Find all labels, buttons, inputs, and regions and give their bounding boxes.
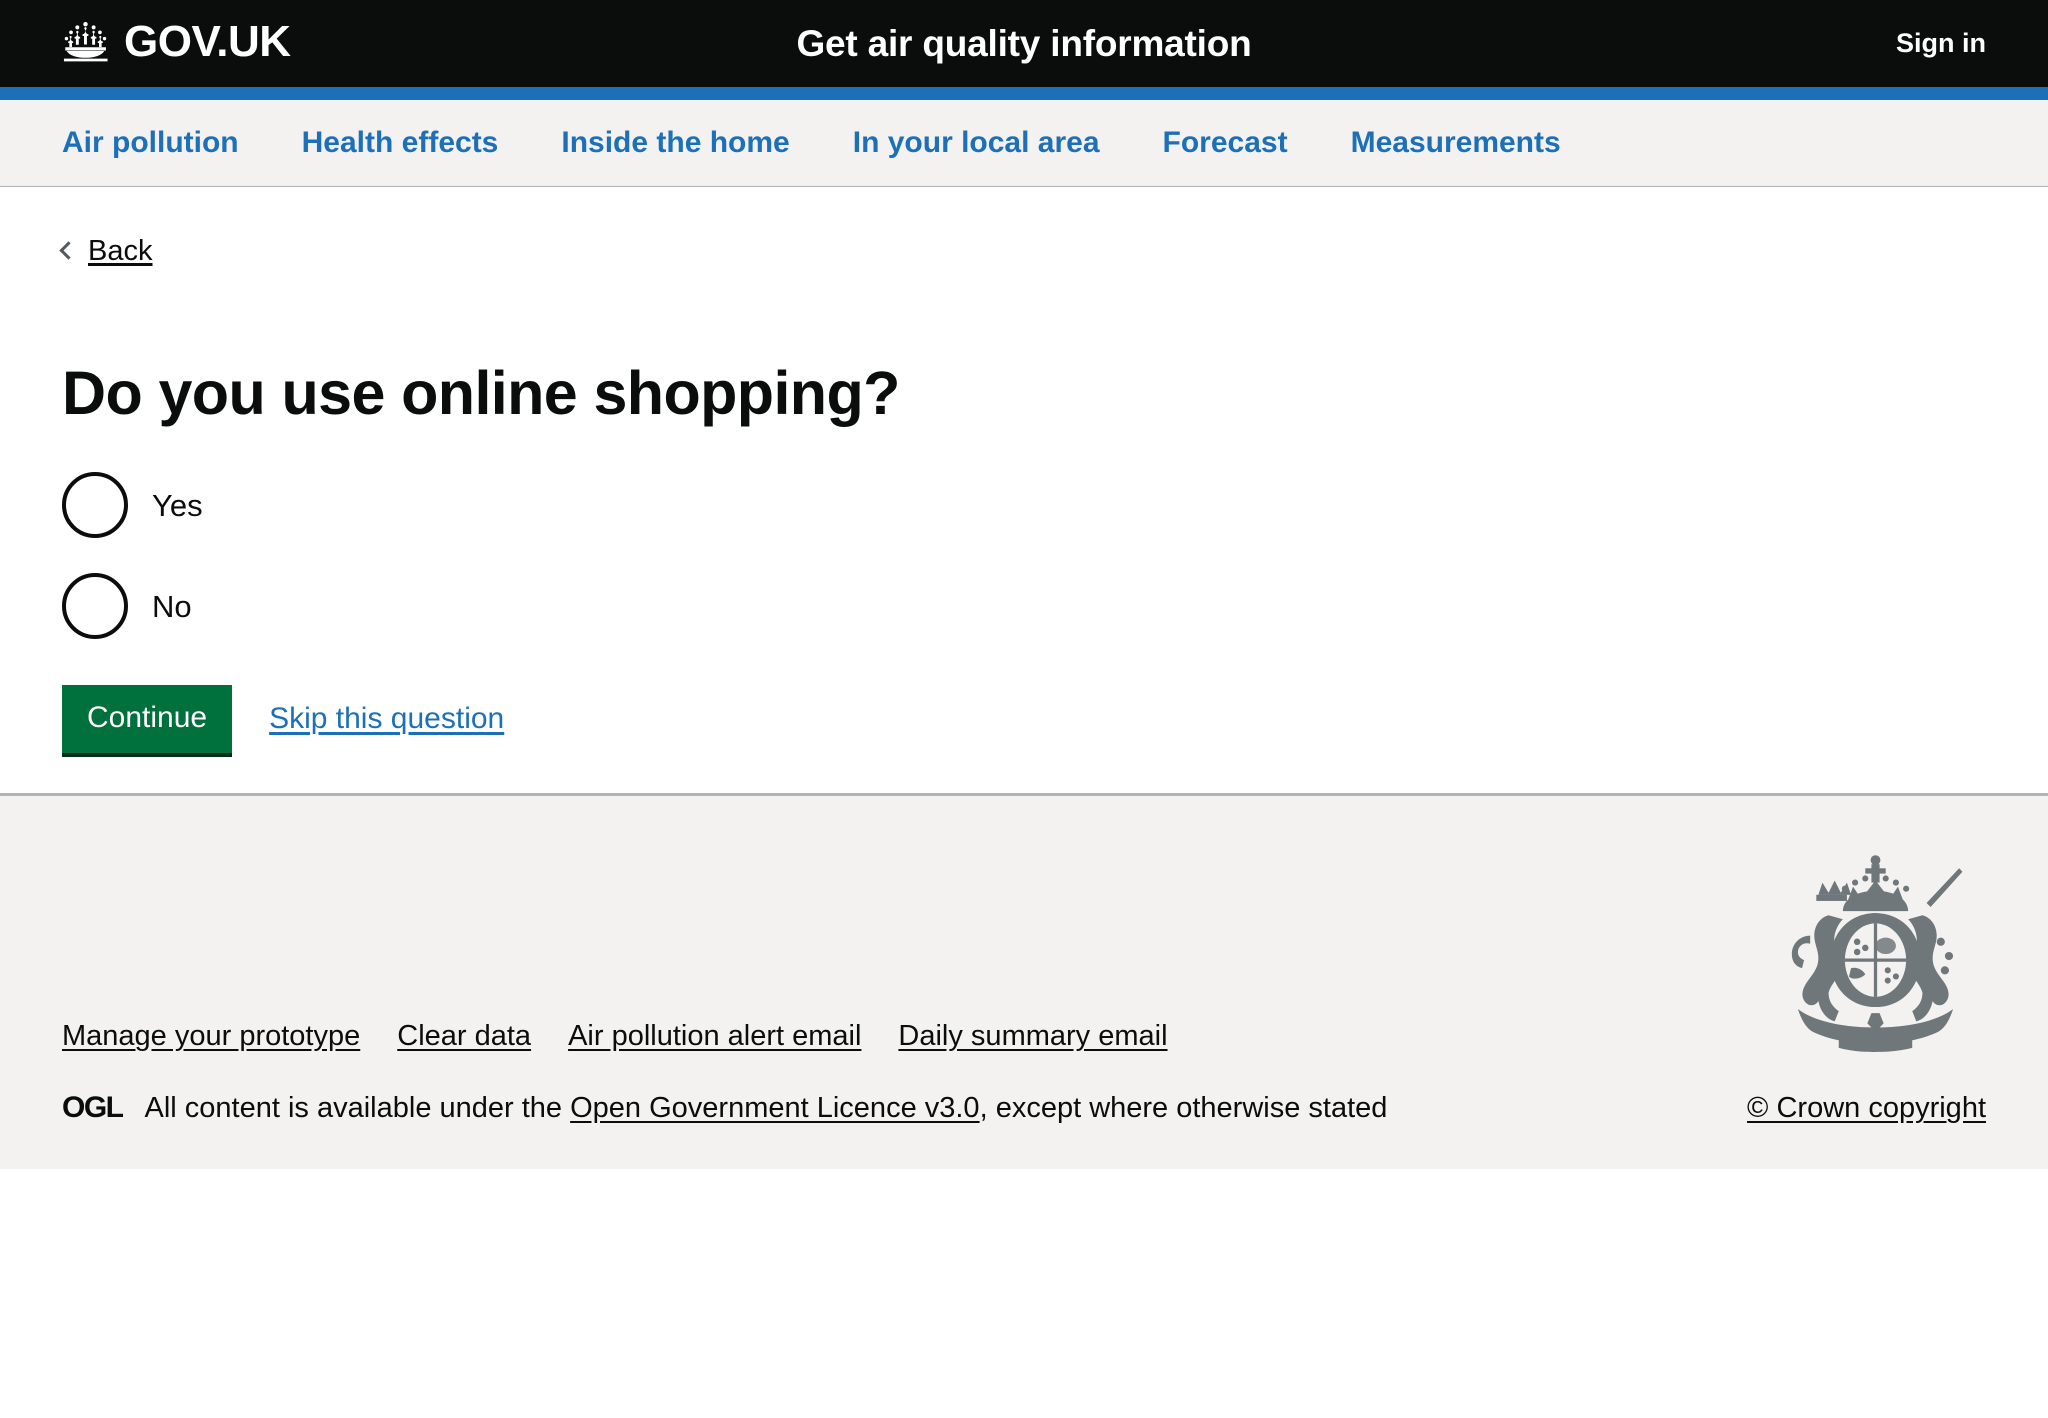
back-link-label: Back — [88, 235, 153, 267]
radio-circle-no[interactable] — [62, 573, 128, 640]
nav-link-measurements[interactable]: Measurements — [1351, 126, 1561, 159]
govuk-logo-link[interactable]: GOV.UK — [62, 16, 291, 68]
skip-this-question-link[interactable]: Skip this question — [269, 702, 504, 736]
govuk-logo-text: GOV.UK — [124, 16, 291, 66]
radio-circle-yes[interactable] — [62, 472, 128, 539]
footer-link-clear-data[interactable]: Clear data — [397, 1020, 531, 1053]
footer-link-manage-your-prototype[interactable]: Manage your prototype — [62, 1020, 360, 1053]
site-footer: Manage your prototype Clear data Air pol… — [0, 793, 2048, 1170]
form-actions: Continue Skip this question — [62, 685, 1986, 754]
footer-link-air-pollution-alert-email[interactable]: Air pollution alert email — [568, 1020, 861, 1053]
nav-link-health-effects[interactable]: Health effects — [302, 126, 499, 159]
crown-icon — [62, 20, 110, 67]
open-government-licence-link[interactable]: Open Government Licence v3.0 — [570, 1092, 979, 1124]
nav-item-health-effects: Health effects — [302, 126, 499, 160]
radio-label-yes: Yes — [152, 487, 203, 523]
chevron-left-icon — [59, 241, 78, 260]
main-content: Back Do you use online shopping? Yes No … — [0, 187, 2048, 794]
nav-list: Air pollution Health effects Inside the … — [62, 100, 1986, 186]
nav-link-inside-the-home[interactable]: Inside the home — [561, 126, 789, 159]
licence-prefix: All content is available under the — [144, 1091, 571, 1124]
radio-option-yes[interactable]: Yes — [62, 468, 1986, 542]
nav-link-in-your-local-area[interactable]: In your local area — [853, 126, 1100, 159]
radio-option-no[interactable]: No — [62, 569, 1986, 643]
service-navigation: Air pollution Health effects Inside the … — [0, 100, 2048, 187]
service-name: Get air quality information — [796, 22, 1252, 64]
nav-link-air-pollution[interactable]: Air pollution — [62, 126, 239, 159]
licence-suffix: , except where otherwise stated — [979, 1091, 1388, 1124]
sign-in-link[interactable]: Sign in — [1896, 28, 1986, 59]
licence-row: OGL All content is available under the O… — [62, 1091, 1986, 1125]
site-header: GOV.UK Get air quality information Sign … — [0, 0, 2048, 100]
ogl-logo-icon: OGL — [62, 1091, 124, 1125]
back-link[interactable]: Back — [59, 235, 153, 268]
nav-item-in-your-local-area: In your local area — [853, 126, 1100, 160]
radio-label-no: No — [152, 588, 192, 624]
footer-link-daily-summary-email[interactable]: Daily summary email — [898, 1020, 1167, 1053]
page-title: Do you use online shopping? — [62, 359, 900, 427]
continue-button[interactable]: Continue — [62, 685, 233, 754]
licence-statement: All content is available under the Open … — [145, 1092, 1388, 1125]
royal-coat-of-arms-icon — [1773, 854, 1978, 1059]
nav-item-forecast: Forecast — [1163, 126, 1288, 160]
nav-item-air-pollution: Air pollution — [62, 126, 239, 160]
crown-copyright-link[interactable]: © Crown copyright — [1747, 1092, 1986, 1125]
radio-group: Yes No — [62, 468, 1986, 643]
footer-links: Manage your prototype Clear data Air pol… — [62, 1020, 1986, 1053]
nav-item-measurements: Measurements — [1351, 126, 1561, 160]
nav-item-inside-the-home: Inside the home — [561, 126, 789, 160]
nav-link-forecast[interactable]: Forecast — [1163, 126, 1288, 159]
